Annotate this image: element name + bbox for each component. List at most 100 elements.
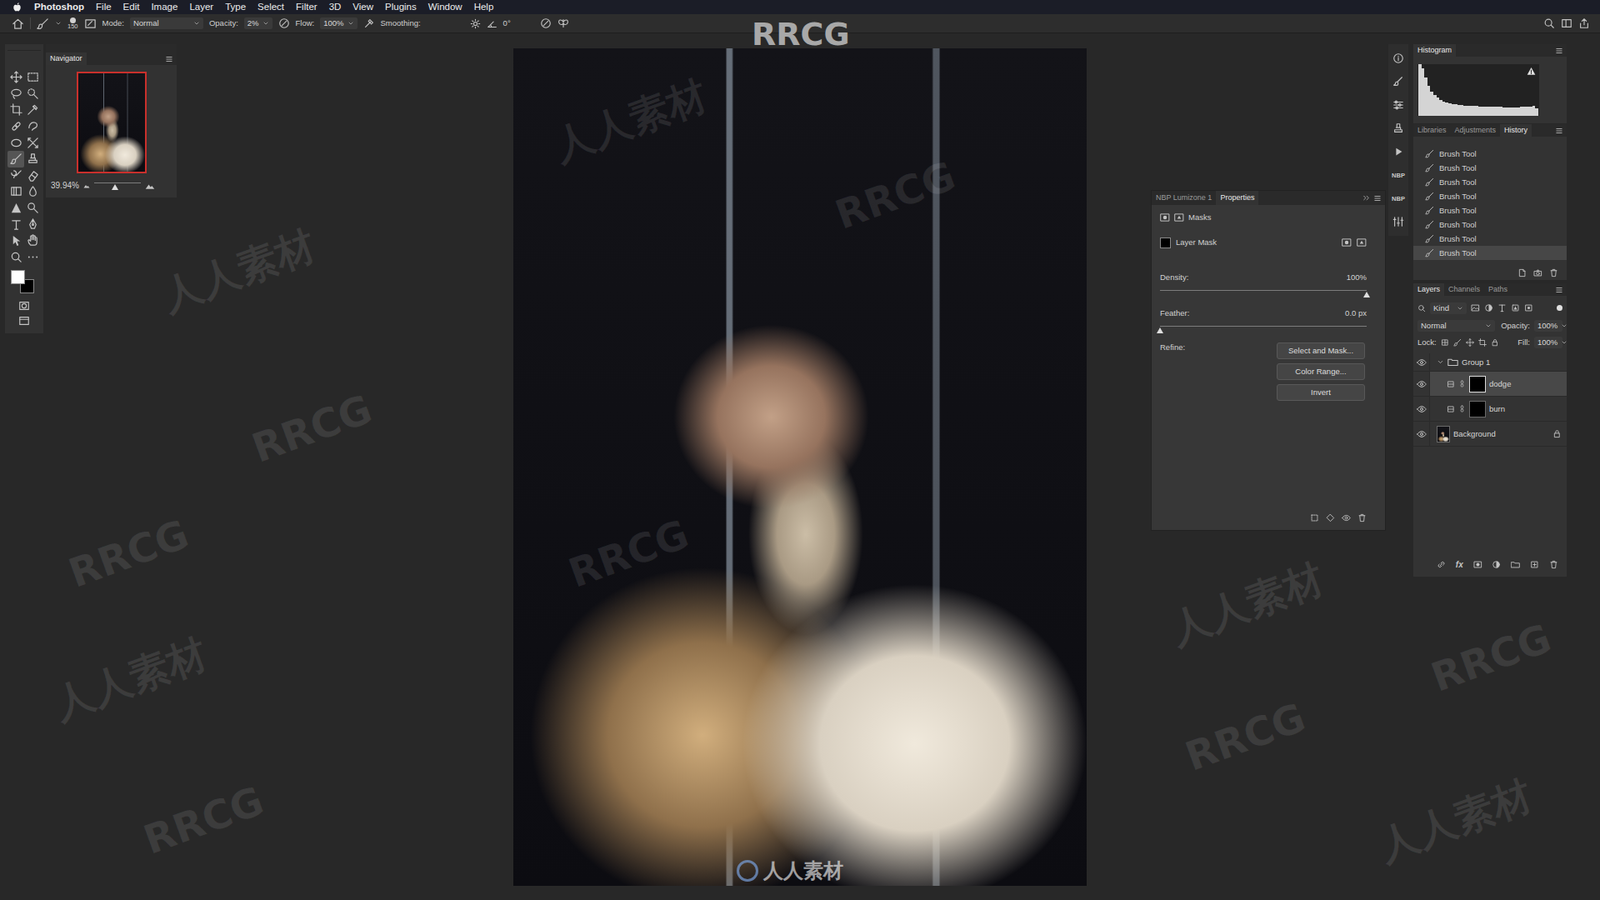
- layer-row[interactable]: burn: [1413, 396, 1567, 422]
- refine-button[interactable]: Select and Mask...: [1276, 342, 1365, 360]
- tool-button[interactable]: [7, 183, 25, 200]
- dock-button[interactable]: [1389, 142, 1408, 161]
- tool-button[interactable]: [24, 232, 41, 250]
- brush-tool-icon[interactable]: [36, 17, 50, 30]
- filter-toggle-icon[interactable]: [1556, 305, 1563, 311]
- tool-button[interactable]: [7, 69, 25, 86]
- tool-button[interactable]: [7, 249, 25, 266]
- layers-tab[interactable]: Channels: [1444, 283, 1485, 296]
- history-tab[interactable]: Adjustments: [1450, 124, 1501, 137]
- visibility-toggle[interactable]: [1413, 421, 1430, 446]
- dock-button[interactable]: [1389, 119, 1408, 138]
- tool-button[interactable]: [7, 232, 25, 250]
- screen-mode-icon[interactable]: [18, 315, 30, 327]
- menu-item[interactable]: Edit: [123, 1, 140, 14]
- flow-field[interactable]: 100%: [320, 17, 357, 30]
- pixel-filter-icon[interactable]: [1470, 303, 1480, 313]
- lock-all-icon[interactable]: [1490, 338, 1500, 347]
- menu-item[interactable]: View: [352, 1, 374, 14]
- panel-menu-icon[interactable]: [1555, 44, 1564, 57]
- tool-button[interactable]: [24, 85, 41, 103]
- tool-button[interactable]: [24, 249, 41, 266]
- panel-menu-icon[interactable]: [1555, 283, 1564, 296]
- filter-kind-dropdown[interactable]: Kind: [1430, 302, 1467, 315]
- smart-filter-icon[interactable]: [1524, 303, 1534, 313]
- mask-link-icon[interactable]: [1458, 380, 1466, 388]
- blend-mode-dropdown[interactable]: Normal: [1417, 320, 1495, 332]
- menu-item[interactable]: 3D: [329, 1, 342, 14]
- menu-item[interactable]: Plugins: [385, 1, 417, 14]
- fill-field[interactable]: 100%: [1534, 336, 1563, 349]
- delete-mask-icon[interactable]: [1357, 513, 1367, 523]
- toolbar-grip[interactable]: [7, 45, 41, 51]
- menu-item[interactable]: Window: [428, 1, 463, 14]
- layer-name[interactable]: burn: [1489, 404, 1505, 414]
- visibility-toggle[interactable]: [1413, 353, 1430, 371]
- layer-row[interactable]: Background: [1413, 421, 1567, 447]
- type-filter-icon[interactable]: [1497, 303, 1507, 313]
- feather-slider-handle[interactable]: [1156, 327, 1164, 334]
- smoothing-settings-icon[interactable]: [470, 18, 481, 30]
- refine-button[interactable]: Invert: [1276, 384, 1365, 401]
- select-pixel-mask-icon[interactable]: [1341, 237, 1352, 248]
- tool-preset-caret-icon[interactable]: [55, 20, 62, 27]
- snapshot-icon[interactable]: [1533, 268, 1543, 278]
- feather-value[interactable]: 0.0 px: [1345, 308, 1367, 318]
- tool-button[interactable]: [7, 85, 25, 103]
- menu-item[interactable]: Layer: [189, 1, 214, 14]
- layers-tab[interactable]: Paths: [1484, 283, 1512, 296]
- history-state[interactable]: Brush Tool: [1413, 217, 1567, 232]
- cache-warning-icon[interactable]: [1526, 66, 1536, 76]
- layer-name[interactable]: Background: [1453, 429, 1496, 439]
- menu-item[interactable]: Type: [225, 1, 246, 14]
- tool-button[interactable]: [7, 118, 25, 135]
- apple-icon[interactable]: [11, 1, 23, 13]
- mask-thumbnail[interactable]: [1469, 375, 1486, 393]
- history-state[interactable]: Brush Tool: [1413, 189, 1567, 204]
- delete-icon[interactable]: [1549, 268, 1559, 278]
- history-tab[interactable]: History: [1500, 124, 1532, 137]
- tool-button[interactable]: [24, 101, 41, 119]
- angle-value[interactable]: 0°: [503, 18, 511, 28]
- feather-slider[interactable]: [1160, 325, 1367, 334]
- load-selection-icon[interactable]: [1310, 513, 1320, 523]
- history-state[interactable]: Brush Tool: [1413, 203, 1567, 218]
- tool-button[interactable]: [7, 150, 25, 168]
- tool-button[interactable]: [24, 167, 41, 185]
- properties-tab[interactable]: Properties: [1215, 190, 1259, 205]
- dock-button[interactable]: [1389, 72, 1408, 91]
- properties-tab[interactable]: NBP Lumizone 1: [1151, 190, 1216, 205]
- tool-button[interactable]: [24, 215, 41, 233]
- tool-button[interactable]: [7, 101, 25, 119]
- visibility-toggle[interactable]: [1413, 396, 1430, 421]
- tool-button[interactable]: [24, 134, 41, 151]
- airbrush-icon[interactable]: [363, 17, 375, 30]
- brush-preset[interactable]: 150: [67, 17, 79, 30]
- history-state[interactable]: Brush Tool: [1413, 160, 1567, 175]
- opacity-field[interactable]: 2%: [244, 17, 273, 30]
- menu-item[interactable]: Filter: [295, 1, 318, 14]
- histogram-tab[interactable]: Histogram: [1413, 44, 1456, 57]
- dock-button[interactable]: NBP: [1389, 165, 1408, 185]
- expand-chevron-icon[interactable]: [1436, 358, 1445, 366]
- quick-mask-icon[interactable]: [18, 300, 30, 312]
- panel-menu-icon[interactable]: [1555, 124, 1564, 137]
- mode-dropdown[interactable]: Normal: [130, 17, 204, 30]
- layer-row[interactable]: Group 1: [1413, 353, 1567, 372]
- tool-button[interactable]: [24, 118, 41, 135]
- dock-button[interactable]: [1389, 49, 1408, 68]
- home-icon[interactable]: [11, 17, 25, 30]
- tool-button[interactable]: [24, 200, 41, 217]
- lock-position-icon[interactable]: [1465, 338, 1475, 347]
- menu-item[interactable]: File: [95, 1, 112, 14]
- tool-button[interactable]: [24, 150, 41, 168]
- color-swatches[interactable]: [10, 270, 38, 295]
- vector-mask-icon[interactable]: [1174, 212, 1185, 223]
- menu-item[interactable]: Select: [257, 1, 285, 14]
- visibility-toggle[interactable]: [1413, 371, 1430, 396]
- add-vector-mask-icon[interactable]: [1356, 237, 1367, 248]
- layer-style-button[interactable]: fx: [1455, 560, 1464, 570]
- menu-item[interactable]: Photoshop: [34, 1, 85, 14]
- tool-button[interactable]: [7, 200, 25, 217]
- density-slider[interactable]: [1160, 290, 1367, 298]
